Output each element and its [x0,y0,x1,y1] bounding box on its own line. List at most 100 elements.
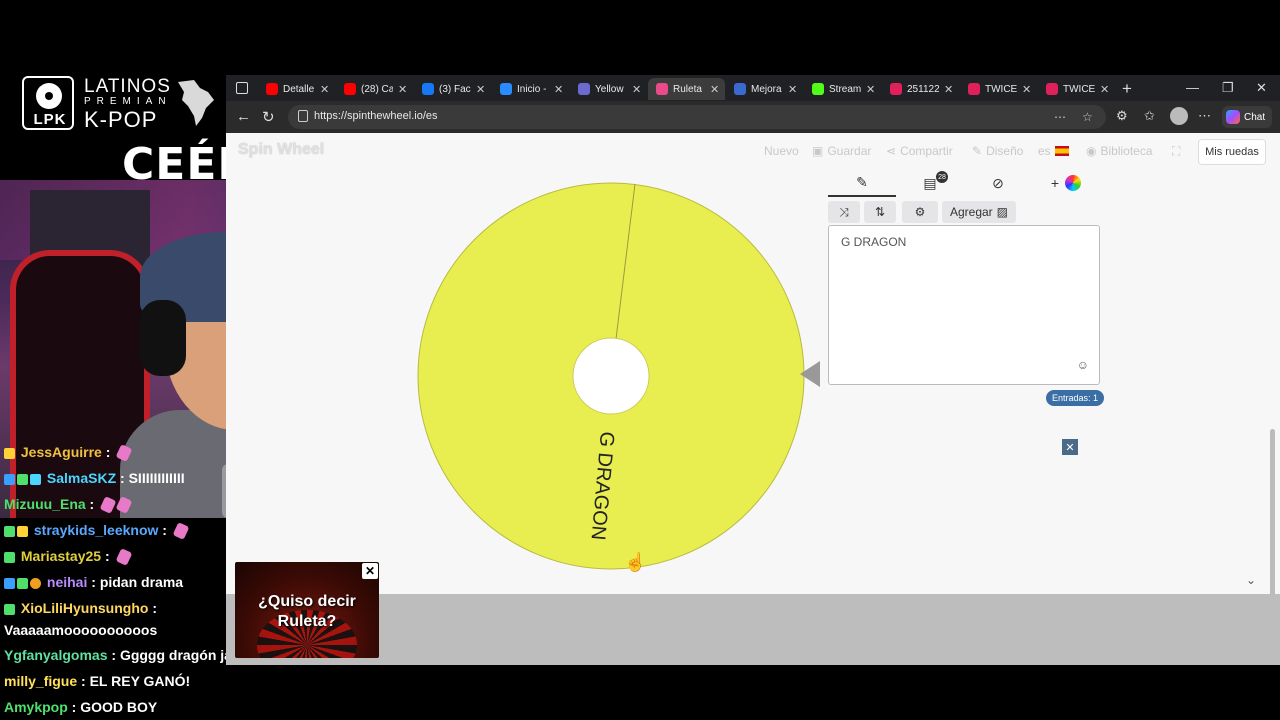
roulette-ad[interactable]: ¿Quiso decir Ruleta? [235,562,379,658]
chat-username[interactable]: XioLiliHyunsungho [21,600,149,616]
mis-ruedas-button[interactable]: Mis ruedas [1198,139,1266,165]
emote-icon [115,444,133,463]
chat-message: neihai : pidan drama [4,574,183,590]
close-tab-icon[interactable]: ✕ [398,83,407,96]
back-button[interactable]: ← [236,108,251,125]
chat-message: XioLiliHyunsungho : [4,600,157,616]
spin-wheel[interactable]: G DRAGON [416,181,806,571]
favorite-star-icon[interactable]: ☆ [1082,110,1093,124]
browser-tab[interactable]: TWICE ✕ [960,78,1037,100]
editor-tabs: ✎ ▤ 28 ⊘ + [828,169,1098,197]
nav-compartir[interactable]: ⋖ Compartir [886,144,953,158]
close-tab-icon[interactable]: ✕ [1100,83,1109,96]
ad-close-button[interactable]: ✕ [362,563,378,579]
minimize-button[interactable]: — [1186,80,1199,95]
kick-icon [812,83,824,95]
vinyl-icon [36,83,62,109]
chevron-down-icon[interactable]: ⌄ [1246,573,1256,587]
chat-message: Mariastay25 : [4,548,132,567]
close-tab-icon[interactable]: ✕ [788,83,797,96]
browser-tab[interactable]: Detalle ✕ [258,78,335,100]
url-field[interactable]: https://spinthewheel.io/es ⋯ ☆ [288,105,1106,129]
sort-button[interactable]: ⇅ [864,201,896,223]
tab-edit[interactable]: ✎ [828,169,896,197]
language-selector[interactable]: es [1038,144,1069,158]
chat-username[interactable]: Mizuuu_Ena [4,496,86,512]
agregar-label: Agregar [949,205,993,219]
nav-diseno[interactable]: ✎ Diseño [972,144,1023,158]
tab-label: Stream [829,83,861,95]
tab-label: Inicio - [517,83,547,95]
lock-icon[interactable] [298,110,308,122]
facebook-icon [422,83,434,95]
chat-username[interactable]: Amykpop [4,699,68,715]
browser-tab[interactable]: Inicio - ✕ [492,78,569,100]
close-tab-icon[interactable]: ✕ [320,83,329,96]
url-text[interactable]: https://spinthewheel.io/es [314,110,438,122]
extensions-icon[interactable]: ⚙ [1116,108,1128,124]
nav-guardar[interactable]: ▣ Guardar [812,144,871,158]
fullscreen-icon[interactable]: ⛶ [1172,144,1180,159]
browser-tab[interactable]: Mejora ✕ [726,78,803,100]
browser-tab[interactable]: 251122 ✕ [882,78,959,100]
new-tab-button[interactable]: + [1122,79,1132,99]
close-tab-icon[interactable]: ✕ [1022,83,1031,96]
chat-username[interactable]: JessAguirre [21,444,102,460]
shuffle-button[interactable]: ⤨ [828,201,860,223]
tab-entries[interactable]: ▤ 28 [896,169,964,197]
chat-text: Vaaaaamoooooooooos [4,622,158,638]
close-tab-icon[interactable]: ✕ [554,83,563,96]
ad-text: ¿Quiso decir Ruleta? [258,593,356,630]
brush-icon: ✎ [972,144,983,158]
tab-add-color[interactable]: + [1032,169,1100,197]
browser-tab[interactable]: Ruleta ✕ [648,78,726,100]
close-tab-icon[interactable]: ✕ [632,83,641,96]
browser-tab[interactable]: TWICE ✕ [1038,78,1115,100]
wheel-center-hole[interactable] [572,337,650,415]
nav-diseno-label: Diseño [986,144,1024,158]
ad-close-icon[interactable]: ✕ [1062,439,1078,455]
chat-username[interactable]: Ygfanyalgomas [4,647,107,663]
emote-icon [99,496,117,515]
chat-username[interactable]: neihai [47,574,87,590]
tab-hidden[interactable]: ⊘ [964,169,1032,197]
play-icon [1046,83,1058,95]
tab-actions-icon[interactable] [236,82,248,94]
restore-button[interactable]: ❐ [1222,80,1234,96]
browser-tab[interactable]: (3) Face ✕ [414,78,491,100]
entries-textarea[interactable]: G DRAGON ☺ [828,225,1100,385]
copilot-chat-button[interactable]: Chat [1222,106,1272,128]
logo-badge: LPK [22,76,74,130]
close-tab-icon[interactable]: ✕ [866,83,875,96]
entry-line[interactable]: G DRAGON [841,235,906,249]
browser-tab[interactable]: Yellow ✕ [570,78,647,100]
chat-username[interactable]: SalmaSKZ [47,470,116,486]
settings-button[interactable]: ⚙ [902,201,938,223]
close-window-button[interactable]: ✕ [1256,80,1267,96]
add-image-button[interactable]: Agregar ▨ [942,201,1016,223]
browser-tab[interactable]: Stream ✕ [804,78,881,100]
profile-avatar[interactable] [1170,107,1188,125]
tab-label: TWICE [985,83,1017,95]
badge-icon [4,577,15,589]
close-tab-icon[interactable]: ✕ [944,83,953,96]
emoji-icon[interactable]: ☺ [1077,358,1089,372]
chat-username[interactable]: milly_figue [4,673,77,689]
site-brand[interactable]: Spin Wheel [238,141,324,159]
address-bar: ← ↻ https://spinthewheel.io/es ⋯ ☆ ⚙ ✩ ⋯… [226,101,1280,133]
browser-tab[interactable]: (28) Ca ✕ [336,78,413,100]
share-icon: ⋖ [886,144,897,158]
reader-mode-icon[interactable]: ⋯ [1054,110,1066,124]
nav-biblioteca[interactable]: ◉ Biblioteca [1086,144,1153,158]
chat-username[interactable]: straykids_leeknow [34,522,159,538]
chat-username[interactable]: Mariastay25 [21,548,101,564]
pencil-icon: ✎ [856,173,868,190]
refresh-button[interactable]: ↻ [262,108,275,126]
close-tab-icon[interactable]: ✕ [710,83,719,96]
document-icon [734,83,746,95]
nav-nuevo[interactable]: Nuevo [764,144,799,158]
favorites-icon[interactable]: ✩ [1144,108,1155,124]
close-tab-icon[interactable]: ✕ [476,83,485,96]
color-wheel-icon [1065,175,1082,191]
more-menu-icon[interactable]: ⋯ [1198,108,1211,124]
